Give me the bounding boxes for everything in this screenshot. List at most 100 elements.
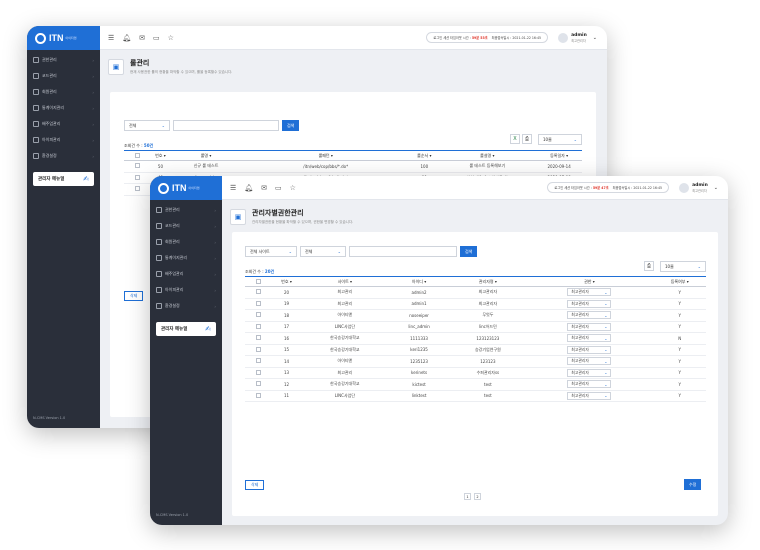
delete-button[interactable]: 삭제	[245, 480, 265, 490]
role-select[interactable]: 최고관리자 ⌄	[567, 288, 612, 297]
role-select[interactable]: 최고관리자 ⌄	[567, 357, 612, 366]
user-menu[interactable]: admin 최고관리자 ⌄	[558, 32, 597, 43]
row-checkbox[interactable]	[134, 174, 140, 180]
row-checkbox[interactable]	[255, 381, 261, 387]
sidebar-item-settings[interactable]: 환경설정 ›	[150, 298, 222, 314]
sidebar-item-ip[interactable]: 아이피관리 ›	[150, 282, 222, 298]
sidebar-item-member[interactable]: 회원관리 ›	[27, 84, 100, 100]
row-checkbox[interactable]	[255, 346, 261, 352]
row-checkbox[interactable]	[255, 300, 261, 306]
select-all-checkbox[interactable]	[255, 278, 261, 284]
print-icon[interactable]: ⎙	[644, 261, 654, 271]
page-size-select[interactable]: 10줄 ⌄	[660, 261, 706, 272]
table-row[interactable]: 17 LINC사업단 linc_admin linc어드민 최고관리자 ⌄ Y	[245, 321, 706, 333]
row-checkbox[interactable]	[134, 163, 140, 169]
sidebar-item-auth[interactable]: 권한관리 ›	[27, 52, 100, 68]
col-header[interactable]: 번호 ▾	[150, 150, 171, 161]
user-icon	[156, 239, 162, 245]
submit-button[interactable]: 수정	[684, 479, 702, 490]
page-size-select[interactable]: 10줄 ⌄	[538, 134, 582, 145]
search-button[interactable]: 검색	[460, 246, 478, 257]
table-row[interactable]: 16 한국승강기대학교 1111333 123123123 최고관리자 ⌄ N	[245, 332, 706, 345]
sidebar-item-settings[interactable]: 환경설정 ›	[27, 148, 100, 164]
search-button[interactable]: 검색	[282, 120, 300, 131]
role-select[interactable]: 최고관리자 ⌄	[567, 299, 612, 308]
user-menu[interactable]: admin 최고관리자 ⌄	[679, 182, 718, 193]
row-checkbox[interactable]	[255, 312, 261, 318]
col-header[interactable]: 등록여부 ▾	[653, 276, 706, 287]
bell-icon[interactable]: 🔔︎	[244, 184, 253, 192]
row-checkbox[interactable]	[255, 358, 261, 364]
role-select[interactable]: 최고관리자 ⌄	[567, 391, 612, 400]
excel-icon[interactable]: X	[510, 134, 520, 144]
sidebar: ITN 아이티앤 권한관리 › 코드관리 › 회원관리 › 통계이지관리 › 배주업관리…	[27, 26, 100, 428]
table-row[interactable]: 13 최고관리 kerinets 수퍼관리자ss 최고관리자 ⌄ Y	[245, 367, 706, 379]
sidebar-item-auth[interactable]: 권한관리 ›	[150, 202, 222, 218]
logo[interactable]: ITN 아이티앤	[150, 176, 222, 200]
star-icon[interactable]: ☆	[290, 184, 296, 192]
delete-button[interactable]: 삭제	[124, 291, 144, 301]
row-checkbox[interactable]	[255, 392, 261, 398]
row-checkbox[interactable]	[255, 369, 261, 375]
table-row[interactable]: 50 신규 롤 테스트/itn/web/cop/bbs/*.do* 100 롤 테스트…	[124, 160, 582, 173]
delete-button-label: 삭제	[251, 482, 259, 487]
col-header[interactable]: 롤명 ▾	[170, 150, 242, 161]
print-icon[interactable]: ⎙	[522, 134, 532, 144]
gear-icon	[156, 303, 162, 309]
sidebar-item-order[interactable]: 배주업관리 ›	[27, 116, 100, 132]
hamburger-icon[interactable]: ☰	[108, 34, 114, 42]
table-row[interactable]: 19 최고관리 admin1 최고관리자 최고관리자 ⌄ Y	[245, 298, 706, 310]
role-select[interactable]: 최고관리자 ⌄	[567, 345, 612, 354]
sidebar-item-stats[interactable]: 통계이지관리 ›	[27, 100, 100, 116]
table-row[interactable]: 12 한국승강기대학교 kictest test 최고관리자 ⌄ Y	[245, 378, 706, 391]
table-row[interactable]: 11 LINC사업단 linktest test 최고관리자 ⌄ Y	[245, 390, 706, 402]
page-link[interactable]: 1	[464, 493, 471, 500]
table-row[interactable]: 14 아이티앤 1235123 123123 최고관리자 ⌄ Y	[245, 355, 706, 368]
sidebar-item-code[interactable]: 코드관리 ›	[150, 218, 222, 234]
search-input[interactable]	[173, 120, 279, 131]
role-select[interactable]: 최고관리자 ⌄	[567, 322, 612, 331]
mail-icon[interactable]: ✉	[261, 184, 267, 192]
page-link[interactable]: 2	[474, 493, 481, 500]
sidebar-item-stats[interactable]: 통계이지관리 ›	[150, 250, 222, 266]
col-header[interactable]: 롤설명 ▾	[438, 150, 537, 161]
manager-manual-button[interactable]: 관리자 메뉴얼 ✍	[156, 322, 216, 336]
search-input[interactable]	[349, 246, 457, 257]
row-checkbox[interactable]	[255, 289, 261, 295]
filter-select[interactable]: 전체 ⌄	[124, 120, 170, 131]
role-select[interactable]: 최고관리자 ⌄	[567, 380, 612, 389]
brand-sub: 아이티앤	[188, 186, 200, 190]
type-filter-select[interactable]: 전체 ⌄	[300, 246, 346, 257]
sidebar-item-order[interactable]: 배주업관리 ›	[150, 266, 222, 282]
role-select[interactable]: 최고관리자 ⌄	[567, 311, 612, 320]
sidebar-item-member[interactable]: 회원관리 ›	[150, 234, 222, 250]
table-row[interactable]: 20 최고관리 admin2 최고관리자 최고관리자 ⌄ Y	[245, 286, 706, 299]
select-all-checkbox[interactable]	[134, 152, 140, 158]
role-select[interactable]: 최고관리자 ⌄	[567, 368, 612, 377]
col-header[interactable]: 번호 ▾	[271, 276, 303, 287]
col-header[interactable]: 롤패턴 ▾	[241, 150, 411, 161]
table-row[interactable]: 18 아이티앤 noseeiper 무엇두 최고관리자 ⌄ Y	[245, 309, 706, 322]
row-checkbox[interactable]	[134, 186, 140, 192]
monitor-icon[interactable]: ▭	[275, 184, 282, 192]
role-select[interactable]: 최고관리자 ⌄	[567, 334, 612, 343]
row-checkbox[interactable]	[255, 335, 261, 341]
site-filter-select[interactable]: 전체 사이트 ⌄	[245, 246, 297, 257]
col-header[interactable]: 사이트 ▾	[302, 276, 388, 287]
bell-icon[interactable]: 🔔︎	[122, 34, 131, 42]
col-header[interactable]: 롤순서 ▾	[410, 150, 439, 161]
sidebar-item-ip[interactable]: 아이피관리 ›	[27, 132, 100, 148]
col-header[interactable]: 아이디 ▾	[387, 276, 451, 287]
star-icon[interactable]: ☆	[168, 34, 174, 42]
col-header[interactable]: 관리자명 ▾	[450, 276, 526, 287]
manager-manual-button[interactable]: 관리자 메뉴얼 ✍	[33, 172, 94, 186]
monitor-icon[interactable]: ▭	[153, 34, 160, 42]
col-header[interactable]: 권한 ▾	[525, 276, 654, 287]
hamburger-icon[interactable]: ☰	[230, 184, 236, 192]
col-header[interactable]: 등록일자 ▾	[536, 150, 582, 161]
sidebar-item-code[interactable]: 코드관리 ›	[27, 68, 100, 84]
logo[interactable]: ITN 아이티앤	[27, 26, 100, 50]
mail-icon[interactable]: ✉	[139, 34, 145, 42]
table-row[interactable]: 15 한국승강기대학교 keri1235 승강기업연구원 최고관리자 ⌄ Y	[245, 344, 706, 356]
row-checkbox[interactable]	[255, 323, 261, 329]
